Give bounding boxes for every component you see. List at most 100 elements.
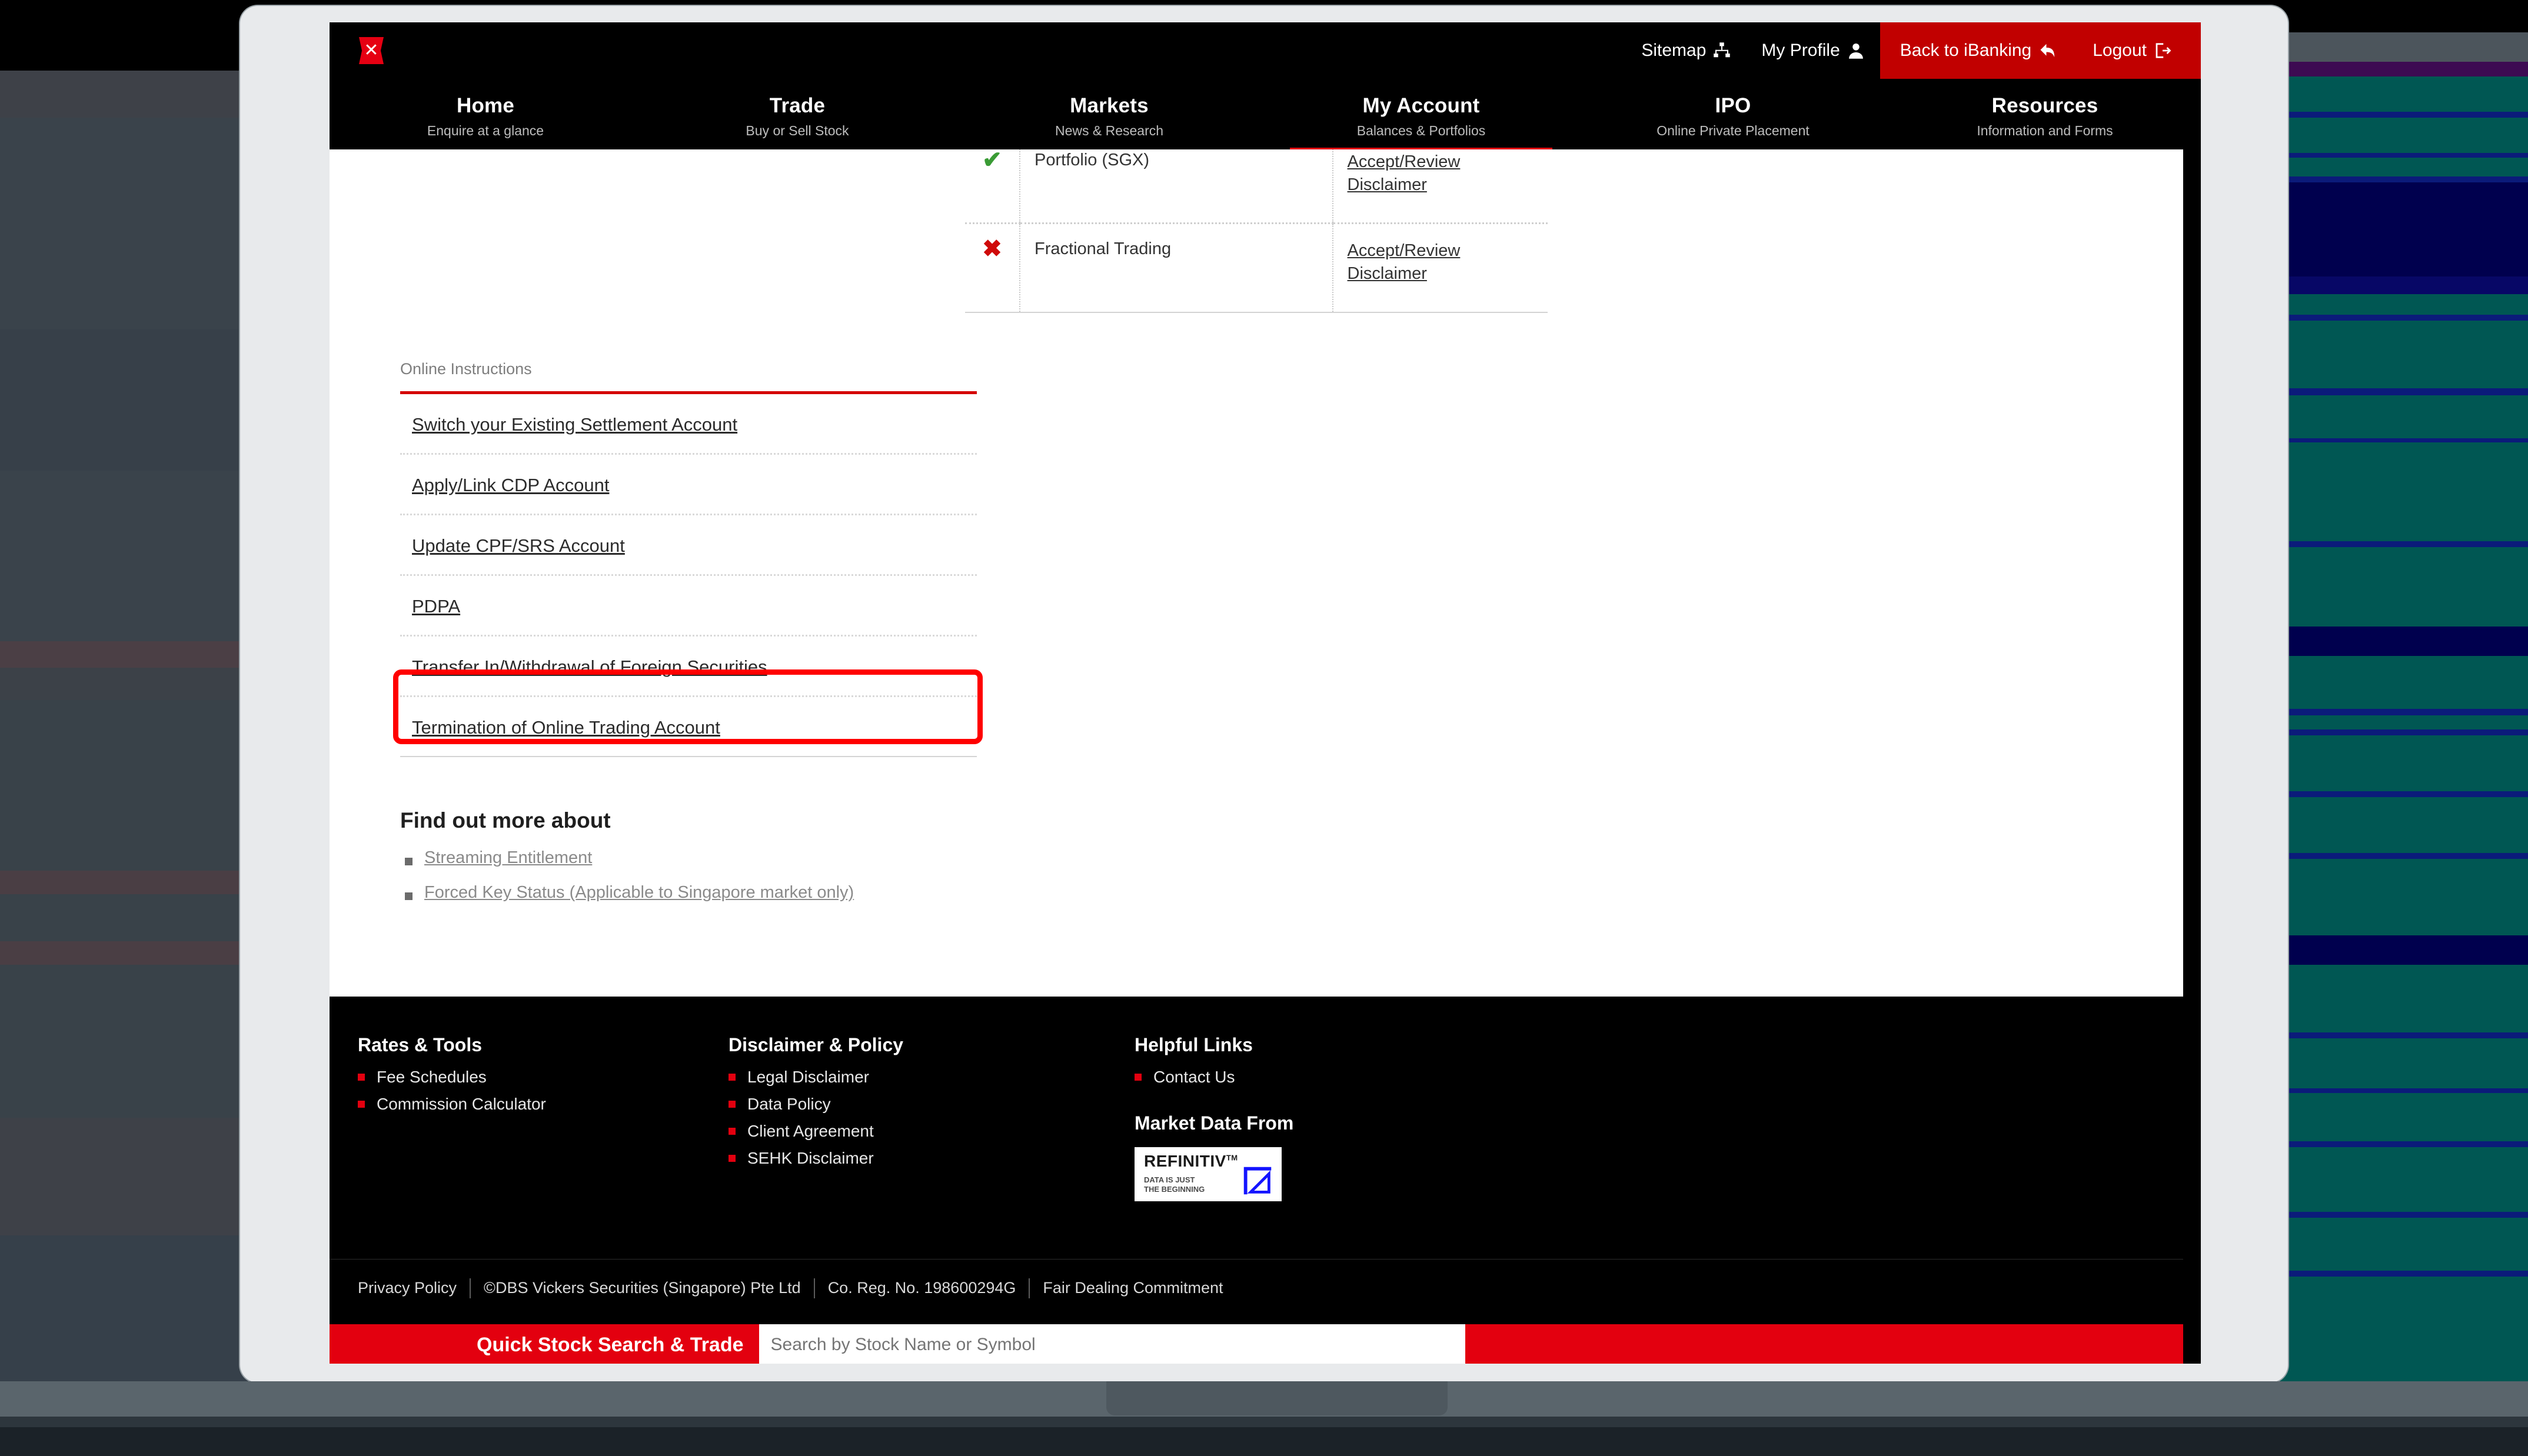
quick-search-label: Quick Stock Search & Trade (477, 1333, 744, 1356)
bullet-icon (729, 1128, 736, 1135)
bullet-icon (1135, 1074, 1142, 1081)
footer-link-list: Legal Disclaimer Data Policy Client Agre… (729, 1068, 1135, 1168)
my-profile-button[interactable]: My Profile (1746, 22, 1880, 79)
link-contact-us[interactable]: Contact Us (1153, 1068, 1235, 1087)
nav-item-trade[interactable]: Trade Buy or Sell Stock (641, 79, 953, 149)
main-navigation: Home Enquire at a glance Trade Buy or Se… (330, 79, 2201, 153)
bullet-icon (358, 1074, 365, 1081)
dbs-vickers-page: ✕ Sitemap My Profile Back to iBanking Lo… (330, 22, 2201, 1364)
link-sehk-disclaimer[interactable]: SEHK Disclaimer (747, 1149, 874, 1168)
bullet-icon (405, 892, 413, 900)
accept-review-disclaimer-link-line2[interactable]: Disclaimer (1348, 174, 1534, 196)
nav-title: My Account (1362, 94, 1480, 117)
find-out-more-list: Streaming Entitlement Forced Key Status … (400, 848, 1047, 902)
list-item[interactable]: Client Agreement (729, 1122, 1135, 1141)
online-instructions-heading: Online Instructions (400, 360, 977, 394)
services-table: ✔ Portfolio (SGX) Accept/Review Disclaim… (965, 149, 1548, 313)
back-to-ibanking-label: Back to iBanking (1900, 41, 2032, 60)
link-update-cpf-srs-account[interactable]: Update CPF/SRS Account (412, 535, 625, 556)
online-instruction-row[interactable]: Termination of Online Trading Account (400, 697, 977, 757)
nav-item-ipo[interactable]: IPO Online Private Placement (1577, 79, 1889, 149)
sitemap-icon (1713, 42, 1731, 59)
list-item[interactable]: Forced Key Status (Applicable to Singapo… (400, 883, 1047, 902)
market-data-from-title: Market Data From (1135, 1112, 1294, 1134)
list-item[interactable]: Legal Disclaimer (729, 1068, 1135, 1087)
online-instruction-row[interactable]: Transfer In/Withdrawal of Foreign Securi… (400, 637, 977, 697)
find-out-more-title: Find out more about (400, 808, 611, 832)
nav-subtitle: Online Private Placement (1656, 123, 1809, 138)
nav-item-home[interactable]: Home Enquire at a glance (330, 79, 641, 149)
company-registration-number: Co. Reg. No. 198600294G (827, 1279, 1016, 1297)
online-instruction-row[interactable]: Update CPF/SRS Account (400, 515, 977, 576)
footer-column-rates-tools: Rates & Tools Fee Schedules Commission C… (358, 1034, 729, 1201)
dbs-x-logo-icon[interactable]: ✕ (359, 37, 384, 64)
refinitiv-trademark: TM (1226, 1153, 1238, 1162)
bullet-icon (729, 1101, 736, 1108)
link-legal-disclaimer[interactable]: Legal Disclaimer (747, 1068, 869, 1087)
refinitiv-wordmark: REFINITIVTM (1144, 1152, 1238, 1171)
page-content: ✔ Portfolio (SGX) Accept/Review Disclaim… (330, 149, 2183, 997)
browser-viewport: ✕ Sitemap My Profile Back to iBanking Lo… (330, 22, 2201, 1364)
copyright-bar: Privacy Policy ©DBS Vickers Securities (… (330, 1259, 2183, 1317)
online-instruction-row[interactable]: Switch your Existing Settlement Account (400, 394, 977, 455)
link-apply-link-cdp-account[interactable]: Apply/Link CDP Account (412, 475, 609, 495)
footer-column-title: Rates & Tools (358, 1034, 482, 1055)
footer-column-title: Helpful Links (1135, 1034, 1253, 1055)
red-cross-icon: ✖ (982, 236, 1002, 262)
online-instruction-row[interactable]: Apply/Link CDP Account (400, 455, 977, 515)
service-name-cell: Fractional Trading (1020, 223, 1333, 313)
link-client-agreement[interactable]: Client Agreement (747, 1122, 874, 1141)
footer-column-title: Disclaimer & Policy (729, 1034, 904, 1055)
nav-subtitle: Buy or Sell Stock (746, 123, 849, 138)
nav-title: Resources (1991, 94, 2098, 117)
nav-subtitle: Information and Forms (1977, 123, 2113, 138)
link-switch-settlement-account[interactable]: Switch your Existing Settlement Account (412, 414, 737, 435)
footer-column-helpful-links: Helpful Links Contact Us Market Data Fro… (1135, 1034, 1546, 1201)
find-out-more-section: Find out more about Streaming Entitlemen… (400, 808, 1047, 918)
sitemap-button[interactable]: Sitemap (1626, 22, 1746, 79)
quick-search-input[interactable] (759, 1324, 1465, 1364)
online-instructions-panel: Online Instructions Switch your Existing… (400, 360, 977, 757)
desktop-wallpaper-right (2275, 0, 2528, 1382)
nav-item-markets[interactable]: Markets News & Research (953, 79, 1265, 149)
table-row: ✖ Fractional Trading Accept/Review Discl… (965, 223, 1548, 313)
refinitiv-tagline-line1: DATA IS JUST (1144, 1175, 1195, 1184)
link-transfer-in-withdrawal-foreign-securities[interactable]: Transfer In/Withdrawal of Foreign Securi… (412, 657, 767, 677)
link-forced-key-status[interactable]: Forced Key Status (Applicable to Singapo… (424, 883, 854, 902)
list-item[interactable]: SEHK Disclaimer (729, 1149, 1135, 1168)
link-termination-online-trading-account[interactable]: Termination of Online Trading Account (412, 717, 720, 738)
logout-button[interactable]: Logout (2073, 22, 2201, 79)
nav-subtitle: News & Research (1055, 123, 1164, 138)
link-streaming-entitlement[interactable]: Streaming Entitlement (424, 848, 592, 868)
desktop-wallpaper-left (0, 0, 277, 1382)
utility-bar: ✕ Sitemap My Profile Back to iBanking Lo… (330, 22, 2201, 79)
link-privacy-policy[interactable]: Privacy Policy (358, 1279, 470, 1297)
accept-review-disclaimer-link-line2[interactable]: Disclaimer (1348, 262, 1534, 285)
link-commission-calculator[interactable]: Commission Calculator (377, 1095, 546, 1114)
online-instruction-row[interactable]: PDPA (400, 576, 977, 637)
utility-bar-actions: Sitemap My Profile Back to iBanking Logo… (1626, 22, 2201, 79)
list-item[interactable]: Streaming Entitlement (400, 848, 1047, 868)
nav-title: IPO (1715, 94, 1751, 117)
accept-review-disclaimer-link[interactable]: Accept/Review (1348, 151, 1534, 174)
list-item[interactable]: Commission Calculator (358, 1095, 729, 1114)
quick-search-bar: Quick Stock Search & Trade (330, 1324, 2183, 1364)
link-fair-dealing-commitment[interactable]: Fair Dealing Commitment (1030, 1279, 1236, 1297)
nav-title: Markets (1070, 94, 1149, 117)
service-action-cell: Accept/Review Disclaimer (1332, 149, 1548, 225)
list-item[interactable]: Data Policy (729, 1095, 1135, 1114)
footer-column-disclaimer-policy: Disclaimer & Policy Legal Disclaimer Dat… (729, 1034, 1135, 1201)
link-pdpa[interactable]: PDPA (412, 596, 460, 617)
link-data-policy[interactable]: Data Policy (747, 1095, 831, 1114)
nav-item-resources[interactable]: Resources Information and Forms (1889, 79, 2201, 149)
list-item[interactable]: Fee Schedules (358, 1068, 729, 1087)
link-fee-schedules[interactable]: Fee Schedules (377, 1068, 487, 1087)
back-to-ibanking-button[interactable]: Back to iBanking (1880, 22, 2073, 79)
site-footer: Rates & Tools Fee Schedules Commission C… (330, 1002, 2183, 1259)
nav-item-my-account[interactable]: My Account Balances & Portfolios (1265, 79, 1577, 153)
nav-title: Home (456, 94, 515, 117)
status-cell: ✖ (965, 223, 1021, 313)
accept-review-disclaimer-link[interactable]: Accept/Review (1348, 239, 1534, 262)
bullet-icon (358, 1101, 365, 1108)
list-item[interactable]: Contact Us (1135, 1068, 1546, 1087)
